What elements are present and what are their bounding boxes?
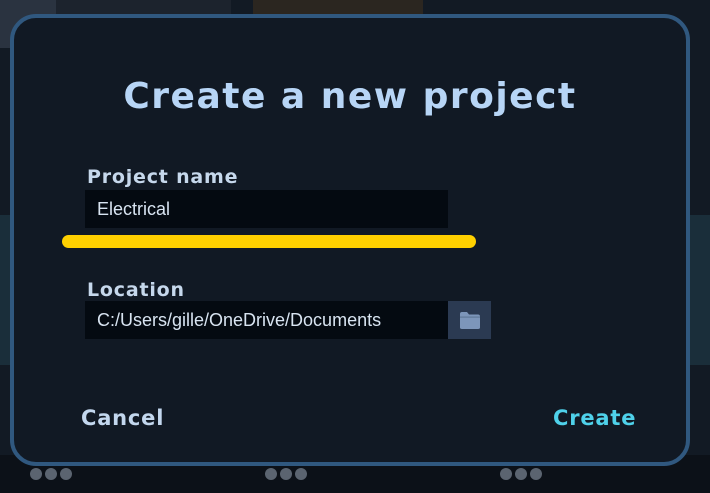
browse-folder-button[interactable] (448, 301, 491, 339)
location-input[interactable] (85, 301, 448, 339)
create-project-dialog: Create a new project Project name Locati… (10, 14, 690, 466)
more-dots-icon (30, 468, 72, 480)
more-dots-icon (265, 468, 307, 480)
location-label: Location (87, 279, 185, 301)
project-name-label: Project name (87, 166, 239, 188)
dialog-title: Create a new project (123, 76, 577, 117)
cancel-button[interactable]: Cancel (81, 406, 164, 430)
folder-icon (459, 311, 480, 329)
highlight-annotation (62, 235, 476, 248)
create-button[interactable]: Create (553, 406, 636, 430)
project-name-input[interactable] (85, 190, 448, 228)
more-dots-icon (500, 468, 542, 480)
background-card-edge (690, 215, 710, 365)
